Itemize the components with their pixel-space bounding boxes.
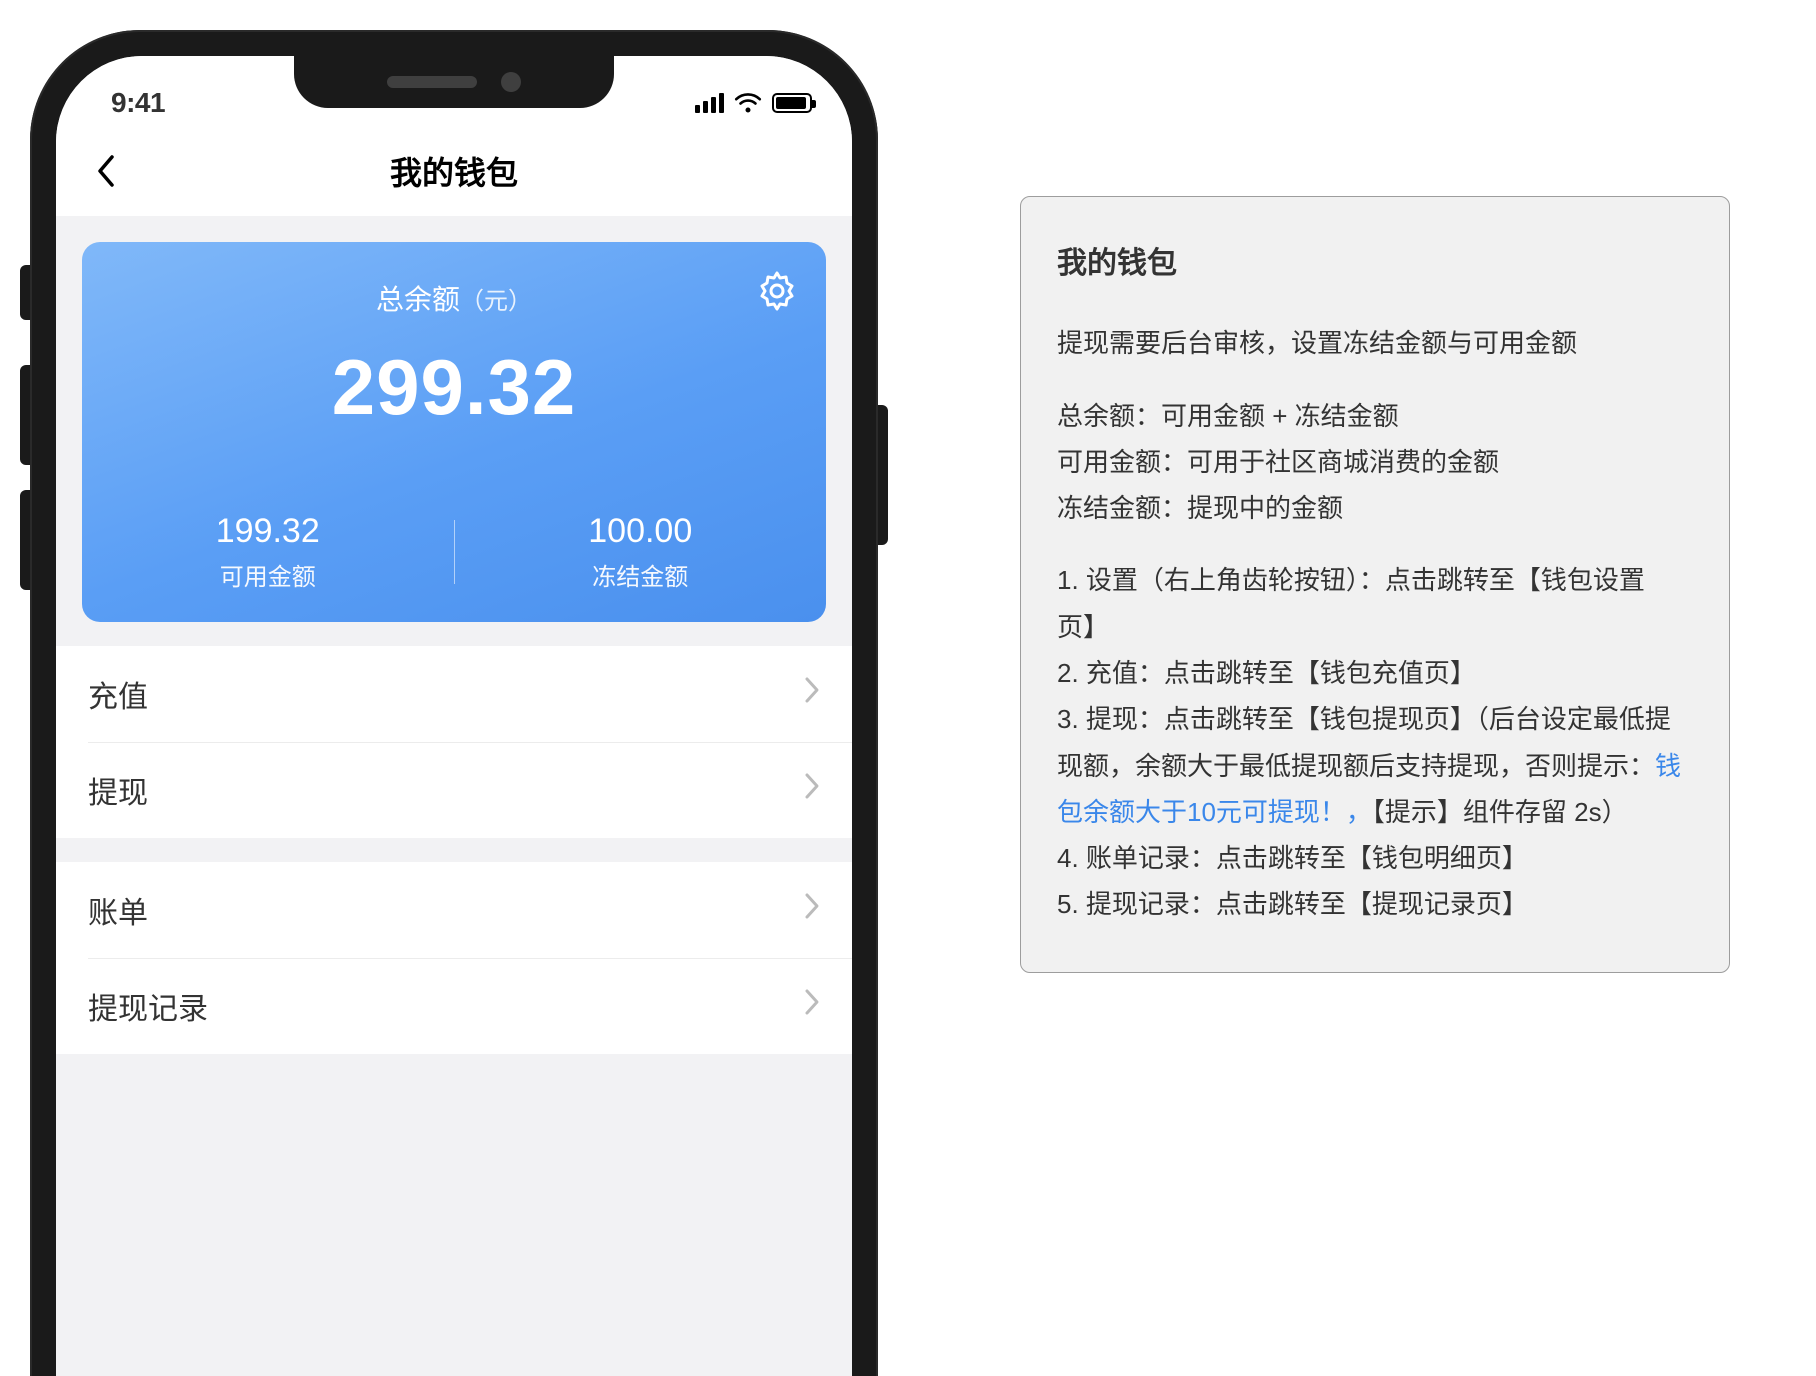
canvas: 9:41 (0, 0, 1816, 1376)
menu-item-label: 充值 (88, 672, 148, 716)
gear-icon (756, 270, 798, 312)
balance-card: 总余额（元） 299.32 199.32 可用金额 100.00 冻结金额 (82, 242, 826, 622)
back-button[interactable] (86, 151, 126, 191)
annotation-title: 我的钱包 (1057, 237, 1693, 290)
battery-icon (772, 93, 812, 113)
balance-title: 总余额（元） (82, 278, 826, 318)
chevron-right-icon (804, 892, 820, 928)
available-balance-value: 199.32 (82, 512, 454, 551)
nav-bar: 我的钱包 (56, 126, 852, 216)
status-time: 9:41 (111, 87, 165, 119)
annotation-intro: 提现需要后台审核，设置冻结金额与可用金额 (1057, 320, 1693, 366)
chevron-right-icon (804, 676, 820, 712)
status-right (695, 92, 812, 114)
balance-label-text: 总余额 (376, 284, 460, 315)
content-area: 总余额（元） 299.32 199.32 可用金额 100.00 冻结金额 (56, 216, 852, 1376)
menu-item-withdraw-history[interactable]: 提现记录 (56, 958, 852, 1054)
balance-unit: （元） (460, 288, 532, 315)
notch-camera (501, 72, 521, 92)
menu-group-1: 充值 提现 (56, 646, 852, 838)
section-gap (56, 838, 852, 862)
menu-item-label: 提现记录 (88, 984, 208, 1028)
chevron-right-icon (804, 772, 820, 808)
annotation-step-3a: 3. 提现：点击跳转至【钱包提现页】（后台设定最低提现额，余额大于最低提现额后支… (1057, 704, 1671, 780)
annotation-step-1: 1. 设置（右上角齿轮按钮）：点击跳转至【钱包设置页】 (1057, 565, 1645, 641)
balance-split: 199.32 可用金额 100.00 冻结金额 (82, 512, 826, 592)
frozen-balance: 100.00 冻结金额 (455, 512, 827, 592)
menu-group-2: 账单 提现记录 (56, 862, 852, 1054)
chevron-right-icon (804, 988, 820, 1024)
section-gap (56, 622, 852, 646)
annotation-step-2: 2. 充值：点击跳转至【钱包充值页】 (1057, 658, 1476, 688)
menu-item-label: 账单 (88, 888, 148, 932)
annotation-def-total: 总余额：可用金额 + 冻结金额 (1057, 401, 1399, 431)
annotation-step-3b: 【提示】组件存留 2s） (1372, 797, 1628, 827)
annotation-def-available: 可用金额：可用于社区商城消费的金额 (1057, 447, 1499, 477)
page-title: 我的钱包 (390, 148, 518, 194)
notch-speaker (387, 76, 477, 88)
available-balance: 199.32 可用金额 (82, 512, 454, 592)
phone-screen: 9:41 (56, 56, 852, 1376)
annotation-card: 我的钱包 提现需要后台审核，设置冻结金额与可用金额 总余额：可用金额 + 冻结金… (1020, 196, 1730, 973)
annotation-step-5: 5. 提现记录：点击跳转至【提现记录页】 (1057, 889, 1528, 919)
wallet-settings-button[interactable] (756, 270, 798, 312)
available-balance-label: 可用金额 (82, 557, 454, 592)
balance-total-amount: 299.32 (82, 342, 826, 433)
frozen-balance-label: 冻结金额 (455, 557, 827, 592)
chevron-left-icon (96, 154, 116, 188)
annotation-definitions: 总余额：可用金额 + 冻结金额 可用金额：可用于社区商城消费的金额 冻结金额：提… (1057, 393, 1693, 532)
cellular-signal-icon (695, 93, 724, 113)
annotation-def-frozen: 冻结金额：提现中的金额 (1057, 493, 1343, 523)
wifi-icon (734, 92, 762, 114)
frozen-balance-value: 100.00 (455, 512, 827, 551)
annotation-step-4: 4. 账单记录：点击跳转至【钱包明细页】 (1057, 843, 1528, 873)
phone-frame: 9:41 (30, 30, 878, 1376)
menu-item-recharge[interactable]: 充值 (56, 646, 852, 742)
menu-item-label: 提现 (88, 768, 148, 812)
annotation-steps: 1. 设置（右上角齿轮按钮）：点击跳转至【钱包设置页】 2. 充值：点击跳转至【… (1057, 557, 1693, 927)
phone-notch (294, 56, 614, 108)
menu-item-withdraw[interactable]: 提现 (56, 742, 852, 838)
menu-item-bill[interactable]: 账单 (56, 862, 852, 958)
